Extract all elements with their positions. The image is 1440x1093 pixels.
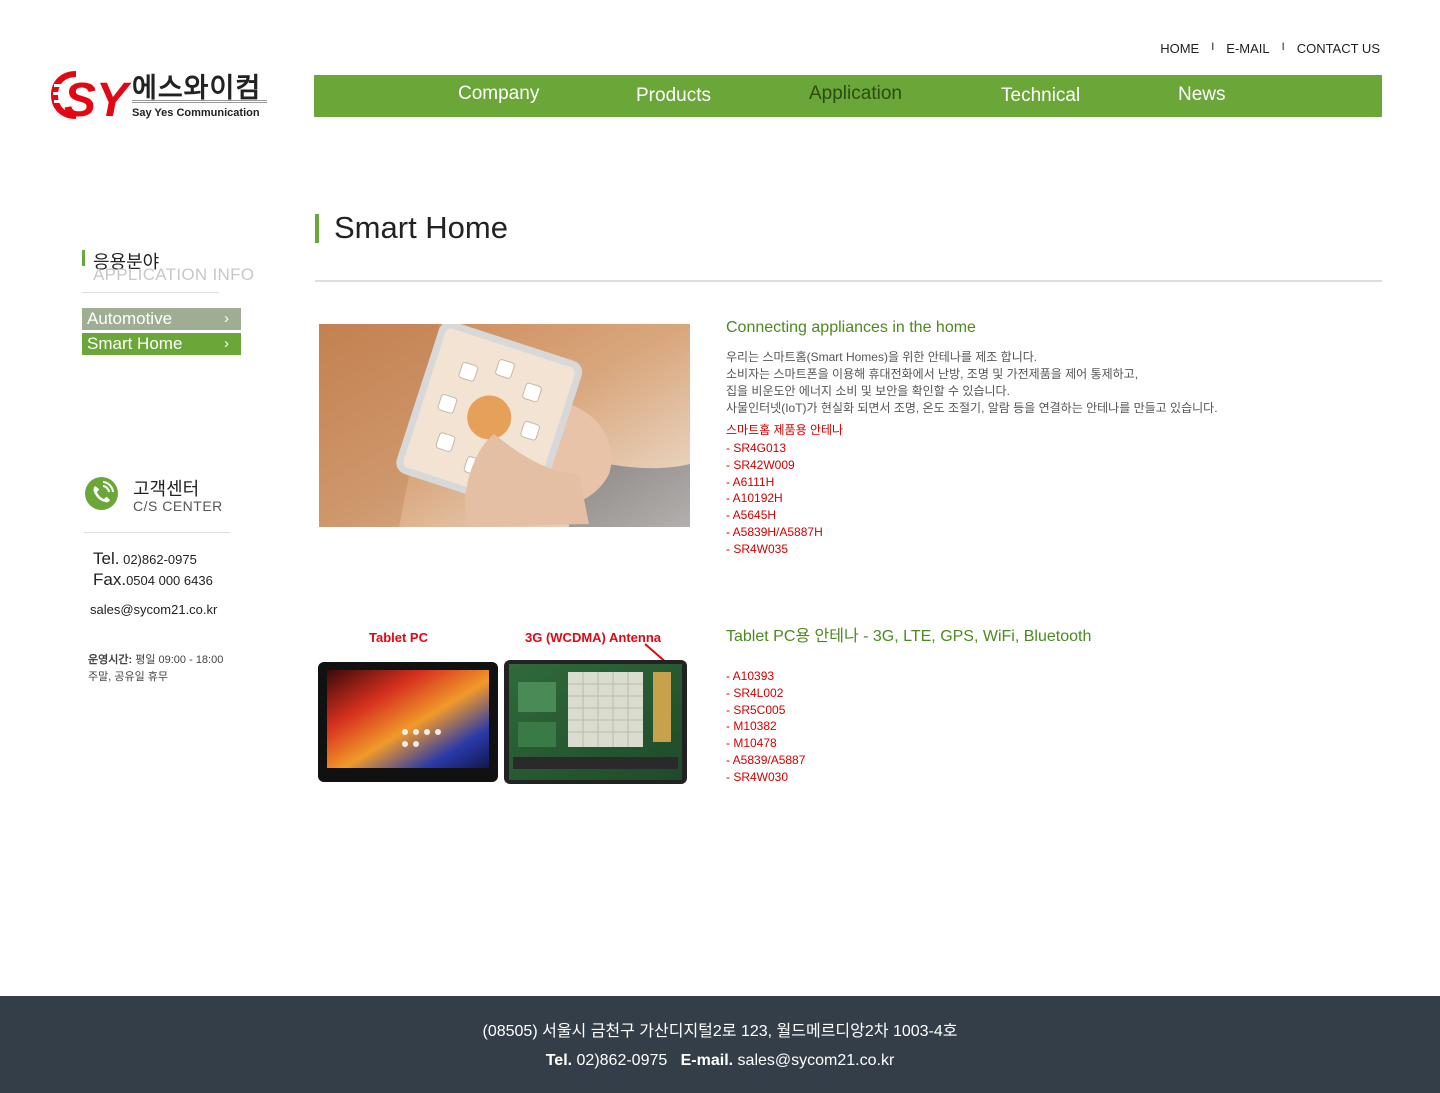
- description-line: 소비자는 스마트폰을 이용해 휴대전화에서 난방, 조명 및 가전제품을 제어 …: [726, 367, 1139, 381]
- section1-product-list: - SR4G013 - SR42W009 - A6111H - A10192H …: [726, 440, 823, 558]
- product-item[interactable]: - M10478: [726, 735, 805, 752]
- tablet-pc-photo: Tablet PC 3G (WCDMA) Antenna: [313, 622, 690, 794]
- email-link[interactable]: E-MAIL: [1226, 41, 1269, 56]
- section2-product-list: - A10393 - SR4L002 - SR5C005 - M10382 - …: [726, 668, 805, 786]
- product-item[interactable]: - A5645H: [726, 507, 823, 524]
- cs-title-en: C/S CENTER: [133, 498, 223, 514]
- title-divider: [315, 280, 1382, 282]
- sy-logo-mark-icon: SY: [51, 71, 132, 124]
- footer-tel-label: Tel.: [545, 1052, 573, 1069]
- footer-address: (08505) 서울시 금천구 가산디지털2로 123, 월드메르디앙2차 10…: [482, 1023, 958, 1040]
- hours-closed: 주말, 공유일 휴무: [88, 671, 169, 683]
- section1-products-heading: 스마트홈 제품용 안테나: [726, 423, 844, 437]
- nav-news[interactable]: News: [1178, 74, 1226, 116]
- nav-products[interactable]: Products: [636, 75, 711, 117]
- link-separator: I: [1281, 41, 1285, 53]
- sidebar-email[interactable]: sales@sycom21.co.kr: [90, 602, 217, 617]
- product-item[interactable]: - SR4W030: [726, 769, 805, 786]
- top-utility-links: HOME I E-MAIL I CONTACT US: [1160, 41, 1380, 56]
- product-item[interactable]: - SR4G013: [726, 440, 823, 457]
- product-item[interactable]: - A10393: [726, 668, 805, 685]
- footer-contact: Tel. 02)862-0975 E-mail. sales@sycom21.c…: [0, 1052, 1440, 1070]
- product-item[interactable]: - SR4L002: [726, 685, 805, 702]
- hours-weekday: 평일 09:00 - 18:00: [135, 654, 224, 666]
- sidebar-title-en: APPLICATION INFO: [93, 265, 255, 284]
- smart-home-photo: [319, 324, 690, 527]
- contact-info: Tel. 02)862-0975 Fax.0504 000 6436: [93, 548, 213, 590]
- description-line: 사물인터넷(IoT)가 현실화 되면서 조명, 온도 조절기, 알람 등을 연결…: [726, 401, 1218, 415]
- sidebar-item-automotive[interactable]: Automotive ›: [82, 308, 241, 330]
- section1-description: 우리는 스마트홈(Smart Homes)을 위한 안테나를 제조 합니다. 소…: [726, 349, 1218, 417]
- footer-tel: 02)862-0975: [576, 1052, 668, 1069]
- link-separator: I: [1211, 41, 1215, 53]
- product-item[interactable]: - A6111H: [726, 474, 823, 491]
- logo-mark-text: SY: [64, 74, 132, 124]
- nav-company[interactable]: Company: [458, 73, 539, 115]
- site-logo[interactable]: SY 에스와이컴 Say Yes Communication: [50, 66, 270, 124]
- product-item[interactable]: - SR5C005: [726, 702, 805, 719]
- image-label-tablet: Tablet PC: [369, 630, 429, 645]
- tel-value: 02)862-0975: [123, 552, 197, 567]
- description-line: 집을 비운도안 에너지 소비 및 보안을 확인할 수 있습니다.: [726, 384, 1010, 398]
- sidebar-divider: [82, 292, 219, 293]
- logo-divider: [132, 100, 267, 103]
- tel-row: Tel. 02)862-0975: [93, 548, 213, 569]
- logo-name-en: Say Yes Communication: [132, 107, 260, 119]
- product-item[interactable]: - A10192H: [726, 490, 823, 507]
- description-line: 우리는 스마트홈(Smart Homes)을 위한 안테나를 제조 합니다.: [726, 350, 1038, 364]
- section2-heading: Tablet PC용 안테나 - 3G, LTE, GPS, WiFi, Blu…: [726, 628, 1092, 645]
- sidebar-title-bar: [82, 250, 85, 266]
- nav-application[interactable]: Application: [809, 73, 902, 115]
- contact-us-link[interactable]: CONTACT US: [1297, 41, 1380, 56]
- product-item[interactable]: - SR4W035: [726, 541, 823, 558]
- fax-value: 0504 000 6436: [126, 573, 213, 588]
- sidebar-item-label: Automotive: [87, 309, 173, 328]
- fax-row: Fax.0504 000 6436: [93, 569, 213, 590]
- footer-email-label: E-mail.: [680, 1052, 734, 1069]
- footer-email[interactable]: sales@sycom21.co.kr: [738, 1052, 895, 1069]
- product-item[interactable]: - SR42W009: [726, 457, 823, 474]
- phone-icon: [85, 477, 118, 510]
- sidebar-menu: Automotive › Smart Home ›: [82, 308, 241, 358]
- main-nav: Company Products Application Technical N…: [314, 75, 1382, 117]
- product-item[interactable]: - M10382: [726, 718, 805, 735]
- fax-label: Fax.: [93, 570, 127, 589]
- tel-label: Tel.: [93, 549, 120, 568]
- cs-divider: [84, 532, 230, 533]
- page-title-text: Smart Home: [334, 210, 508, 245]
- sidebar-item-smart-home[interactable]: Smart Home ›: [82, 333, 241, 355]
- section1-heading: Connecting appliances in the home: [726, 319, 976, 336]
- site-footer: (08505) 서울시 금천구 가산디지털2로 123, 월드메르디앙2차 10…: [0, 996, 1440, 1093]
- sidebar-item-label: Smart Home: [87, 334, 183, 353]
- chevron-right-icon: ›: [224, 335, 229, 352]
- image-label-antenna: 3G (WCDMA) Antenna: [525, 630, 662, 645]
- chevron-right-icon: ›: [224, 310, 229, 327]
- page-title-bar: [315, 214, 319, 243]
- business-hours: 운영시간: 평일 09:00 - 18:00 주말, 공유일 휴무: [88, 652, 223, 686]
- hours-label: 운영시간:: [88, 654, 133, 666]
- home-link[interactable]: HOME: [1160, 41, 1199, 56]
- product-item[interactable]: - A5839H/A5887H: [726, 524, 823, 541]
- product-item[interactable]: - A5839/A5887: [726, 752, 805, 769]
- nav-technical[interactable]: Technical: [1001, 75, 1080, 117]
